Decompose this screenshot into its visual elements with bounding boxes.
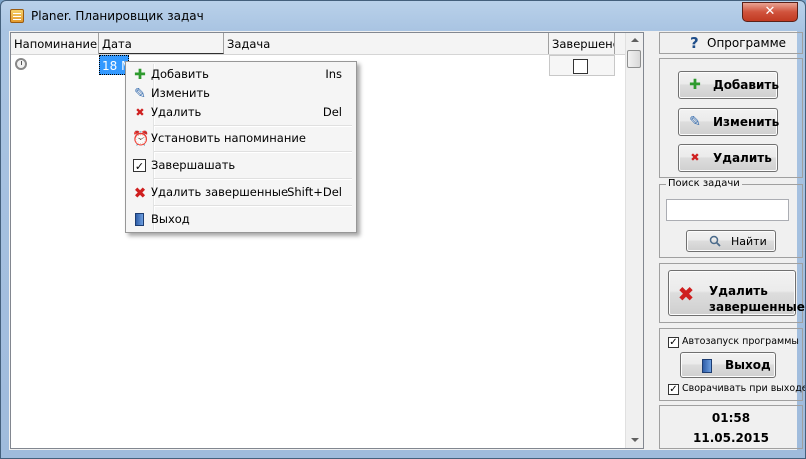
menu-item-edit[interactable]: ✎ Изменить [128, 84, 354, 103]
alarm-clock-icon [15, 58, 27, 70]
menu-item-label: Удалить завершенные [151, 185, 289, 199]
edit-button[interactable]: ✎ Изменить [678, 108, 780, 136]
menu-item-complete[interactable]: ✓ Завершашать [128, 156, 354, 175]
menu-item-shortcut: Del [322, 105, 342, 119]
menu-item-shortcut: Ins [325, 67, 342, 81]
column-header-reminder[interactable]: Напоминание [11, 33, 99, 54]
add-icon: ✚ [134, 67, 146, 83]
about-button[interactable]: ? Опрограмме [659, 32, 803, 54]
close-button[interactable]: ✕ [742, 2, 798, 22]
done-checkbox[interactable] [573, 59, 588, 74]
vertical-scrollbar[interactable] [625, 33, 643, 448]
menu-item-label: Выход [151, 212, 190, 226]
scroll-up-arrow-icon[interactable] [631, 38, 639, 42]
options-group: ✓ Автозапуск программы Выход ✓ Сворачива… [659, 328, 806, 401]
column-header-date[interactable]: Дата [99, 33, 224, 54]
clock-panel: 01:58 11.05.2015 [659, 405, 803, 449]
menu-separator [154, 151, 352, 153]
delete-completed-group: ✖ Удалить завершенные [659, 263, 805, 323]
column-header-done[interactable]: Завершено [549, 33, 615, 54]
add-icon: ✚ [689, 77, 701, 93]
done-cell [549, 55, 615, 76]
planner-app-icon [10, 9, 24, 23]
menu-item-delete[interactable]: ✖ Удалить Del [128, 103, 354, 122]
menu-separator [154, 125, 352, 127]
find-button-label: Найти [731, 235, 767, 248]
context-menu: ✚ Добавить Ins ✎ Изменить ✖ Удалить Del … [125, 61, 357, 233]
column-header-task[interactable]: Задача [224, 33, 549, 54]
scroll-down-arrow-icon[interactable] [631, 438, 639, 442]
menu-separator [154, 205, 352, 207]
autostart-label: Автозапуск программы [682, 336, 799, 347]
app-window: Planer. Планировщик задач ✕ Напоминание … [0, 0, 806, 459]
menu-item-label: Изменить [151, 86, 210, 100]
menu-item-exit[interactable]: Выход [128, 210, 354, 229]
about-label: Опрограмме [707, 36, 787, 50]
task-actions-group: ✚ Добавить ✎ Изменить ✖ Удалить [659, 58, 803, 178]
menu-item-label: Установить напоминание [151, 131, 306, 145]
window-title: Planer. Планировщик задач [31, 9, 204, 23]
menu-item-label: Добавить [151, 67, 209, 81]
current-date: 11.05.2015 [693, 431, 769, 445]
menu-item-set-reminder[interactable]: ⏰ Установить напоминание [128, 129, 354, 148]
menu-item-delete-completed[interactable]: ✖ Удалить завершенные Shift+Del [128, 183, 354, 202]
red-cross-icon: ✖ [677, 282, 695, 306]
client-area: Напоминание Дата Задача Завершено 18 М ✚ [9, 31, 805, 450]
magnifier-icon [709, 235, 721, 247]
menu-item-shortcut: Shift+Del [287, 185, 342, 199]
menu-item-add[interactable]: ✚ Добавить Ins [128, 65, 354, 84]
current-time: 01:58 [711, 411, 751, 425]
exit-door-icon [699, 358, 715, 374]
delete-completed-label: Удалить завершенные [709, 284, 805, 314]
exit-door-icon [132, 212, 148, 228]
edit-icon: ✎ [134, 86, 146, 102]
add-button-label: Добавить [713, 78, 779, 92]
scroll-thumb[interactable] [627, 50, 641, 68]
find-button[interactable]: Найти [686, 230, 776, 252]
help-icon: ? [690, 34, 699, 52]
exit-button-label: Выход [725, 358, 771, 372]
menu-item-label: Удалить [151, 105, 202, 119]
search-group-title: Поиск задачи [666, 178, 742, 189]
edit-button-label: Изменить [713, 115, 780, 129]
minimize-on-exit-checkbox[interactable]: ✓ [668, 384, 679, 395]
edit-icon: ✎ [689, 114, 701, 130]
delete-button-label: Удалить [713, 151, 772, 165]
minimize-on-exit-label: Сворачивать при выходе [682, 383, 806, 394]
autostart-checkbox[interactable]: ✓ [668, 337, 679, 348]
delete-button[interactable]: ✖ Удалить [678, 144, 778, 172]
delete-icon: ✖ [690, 151, 700, 164]
delete-icon: ✖ [135, 106, 145, 119]
menu-separator [154, 178, 352, 180]
search-group: Поиск задачи Найти [659, 178, 803, 258]
red-cross-icon: ✖ [133, 184, 147, 202]
add-button[interactable]: ✚ Добавить [678, 71, 779, 99]
grid-header: Напоминание Дата Задача Завершено [11, 33, 641, 55]
menu-item-label: Завершашать [151, 158, 236, 172]
search-input[interactable] [666, 199, 789, 221]
delete-completed-button[interactable]: ✖ Удалить завершенные [668, 270, 805, 316]
title-bar[interactable]: Planer. Планировщик задач ✕ [1, 1, 805, 31]
alarm-clock-icon: ⏰ [132, 131, 150, 147]
exit-button[interactable]: Выход [680, 352, 776, 378]
checkbox-checked-icon: ✓ [133, 159, 146, 173]
